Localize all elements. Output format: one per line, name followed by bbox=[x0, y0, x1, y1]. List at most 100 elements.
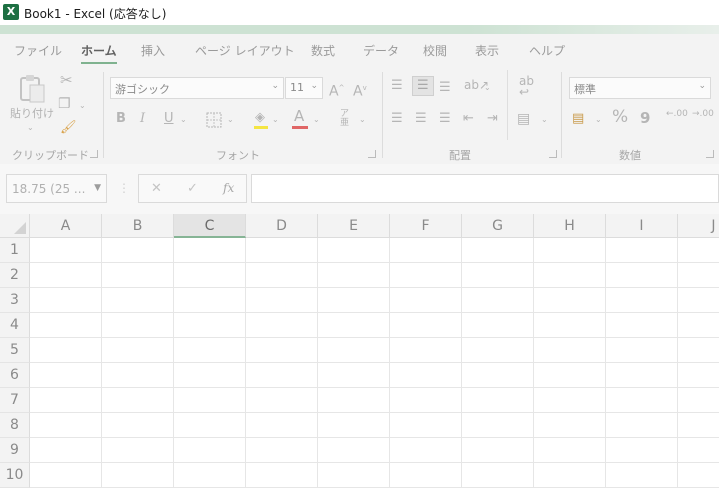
cell-d9[interactable] bbox=[246, 438, 318, 463]
cell-e7[interactable] bbox=[318, 388, 390, 413]
cell-c6[interactable] bbox=[174, 363, 246, 388]
cell-i8[interactable] bbox=[606, 413, 678, 438]
row-header-2[interactable]: 2 bbox=[0, 263, 30, 288]
cell-f10[interactable] bbox=[390, 463, 462, 488]
column-header-a[interactable]: A bbox=[30, 214, 102, 238]
cell-d10[interactable] bbox=[246, 463, 318, 488]
cell-b8[interactable] bbox=[102, 413, 174, 438]
name-box[interactable]: 18.75 (25 ... ▼ bbox=[6, 174, 107, 203]
increase-indent-icon[interactable]: ⇥ bbox=[487, 111, 498, 127]
font-size-select[interactable]: 11 ⌄ bbox=[285, 77, 323, 99]
cell-j10[interactable] bbox=[678, 463, 719, 488]
cell-f1[interactable] bbox=[390, 238, 462, 263]
copy-chevron-icon[interactable]: ⌄ bbox=[79, 98, 86, 114]
cell-h5[interactable] bbox=[534, 338, 606, 363]
cell-a9[interactable] bbox=[30, 438, 102, 463]
font-color-icon[interactable]: A bbox=[294, 108, 304, 124]
tab-page-layout[interactable]: ページ レイアウト bbox=[195, 42, 295, 59]
cell-d8[interactable] bbox=[246, 413, 318, 438]
cell-b10[interactable] bbox=[102, 463, 174, 488]
borders-chevron-icon[interactable]: ⌄ bbox=[227, 112, 234, 128]
column-header-f[interactable]: F bbox=[390, 214, 462, 238]
row-header-4[interactable]: 4 bbox=[0, 313, 30, 338]
cell-a5[interactable] bbox=[30, 338, 102, 363]
cell-b1[interactable] bbox=[102, 238, 174, 263]
underline-chevron-icon[interactable]: ⌄ bbox=[180, 112, 187, 128]
cell-d4[interactable] bbox=[246, 313, 318, 338]
cell-h9[interactable] bbox=[534, 438, 606, 463]
grow-font-icon[interactable]: A^ bbox=[329, 80, 344, 100]
column-header-g[interactable]: G bbox=[462, 214, 534, 238]
cell-a6[interactable] bbox=[30, 363, 102, 388]
cell-i9[interactable] bbox=[606, 438, 678, 463]
cell-j3[interactable] bbox=[678, 288, 719, 313]
cell-j7[interactable] bbox=[678, 388, 719, 413]
cell-e2[interactable] bbox=[318, 263, 390, 288]
cell-i3[interactable] bbox=[606, 288, 678, 313]
tab-view[interactable]: 表示 bbox=[475, 42, 499, 59]
cell-h7[interactable] bbox=[534, 388, 606, 413]
alignment-launcher-icon[interactable] bbox=[549, 150, 557, 158]
bold-icon[interactable]: B bbox=[116, 111, 126, 127]
align-center-icon[interactable]: ☰ bbox=[415, 111, 427, 127]
cell-g8[interactable] bbox=[462, 413, 534, 438]
copy-icon[interactable]: ❐ bbox=[58, 96, 71, 112]
row-header-5[interactable]: 5 bbox=[0, 338, 30, 363]
wrap-text-icon[interactable]: ab ↩ bbox=[519, 75, 534, 98]
tab-home[interactable]: ホーム bbox=[81, 42, 117, 64]
cell-a1[interactable] bbox=[30, 238, 102, 263]
cell-i5[interactable] bbox=[606, 338, 678, 363]
drag-handle-icon[interactable]: ⋮ bbox=[118, 180, 130, 196]
cell-e1[interactable] bbox=[318, 238, 390, 263]
cell-j1[interactable] bbox=[678, 238, 719, 263]
font-name-select[interactable]: 游ゴシック ⌄ bbox=[110, 77, 284, 99]
cell-c4[interactable] bbox=[174, 313, 246, 338]
cell-i1[interactable] bbox=[606, 238, 678, 263]
cell-g10[interactable] bbox=[462, 463, 534, 488]
cell-d6[interactable] bbox=[246, 363, 318, 388]
cell-e10[interactable] bbox=[318, 463, 390, 488]
cell-h4[interactable] bbox=[534, 313, 606, 338]
cell-a10[interactable] bbox=[30, 463, 102, 488]
cell-h1[interactable] bbox=[534, 238, 606, 263]
cell-i2[interactable] bbox=[606, 263, 678, 288]
row-header-1[interactable]: 1 bbox=[0, 238, 30, 263]
cell-d2[interactable] bbox=[246, 263, 318, 288]
column-header-e[interactable]: E bbox=[318, 214, 390, 238]
cell-e6[interactable] bbox=[318, 363, 390, 388]
cell-a8[interactable] bbox=[30, 413, 102, 438]
phonetic-chevron-icon[interactable]: ⌄ bbox=[359, 112, 366, 128]
cell-i10[interactable] bbox=[606, 463, 678, 488]
cell-h3[interactable] bbox=[534, 288, 606, 313]
cell-j6[interactable] bbox=[678, 363, 719, 388]
row-header-8[interactable]: 8 bbox=[0, 413, 30, 438]
cell-j2[interactable] bbox=[678, 263, 719, 288]
decrease-indent-icon[interactable]: ⇤ bbox=[463, 111, 474, 127]
row-header-3[interactable]: 3 bbox=[0, 288, 30, 313]
cell-h2[interactable] bbox=[534, 263, 606, 288]
cell-c9[interactable] bbox=[174, 438, 246, 463]
cell-c1[interactable] bbox=[174, 238, 246, 263]
comma-style-icon[interactable]: 9 bbox=[640, 110, 650, 126]
cell-f4[interactable] bbox=[390, 313, 462, 338]
cell-i7[interactable] bbox=[606, 388, 678, 413]
cell-b6[interactable] bbox=[102, 363, 174, 388]
row-header-10[interactable]: 10 bbox=[0, 463, 30, 488]
column-header-i[interactable]: I bbox=[606, 214, 678, 238]
select-all-button[interactable] bbox=[0, 214, 30, 238]
cell-g6[interactable] bbox=[462, 363, 534, 388]
cell-b5[interactable] bbox=[102, 338, 174, 363]
column-header-d[interactable]: D bbox=[246, 214, 318, 238]
merge-center-icon[interactable]: ▤ bbox=[517, 111, 530, 127]
fill-color-chevron-icon[interactable]: ⌄ bbox=[272, 112, 279, 128]
cell-e4[interactable] bbox=[318, 313, 390, 338]
cell-e8[interactable] bbox=[318, 413, 390, 438]
cell-b7[interactable] bbox=[102, 388, 174, 413]
cell-i4[interactable] bbox=[606, 313, 678, 338]
formula-input[interactable] bbox=[251, 174, 719, 203]
cell-c5[interactable] bbox=[174, 338, 246, 363]
number-launcher-icon[interactable] bbox=[706, 150, 714, 158]
decrease-decimal-icon[interactable]: →.00 bbox=[692, 110, 714, 119]
orientation-chevron-icon[interactable]: ⌄ bbox=[484, 80, 491, 96]
font-launcher-icon[interactable] bbox=[368, 150, 376, 158]
